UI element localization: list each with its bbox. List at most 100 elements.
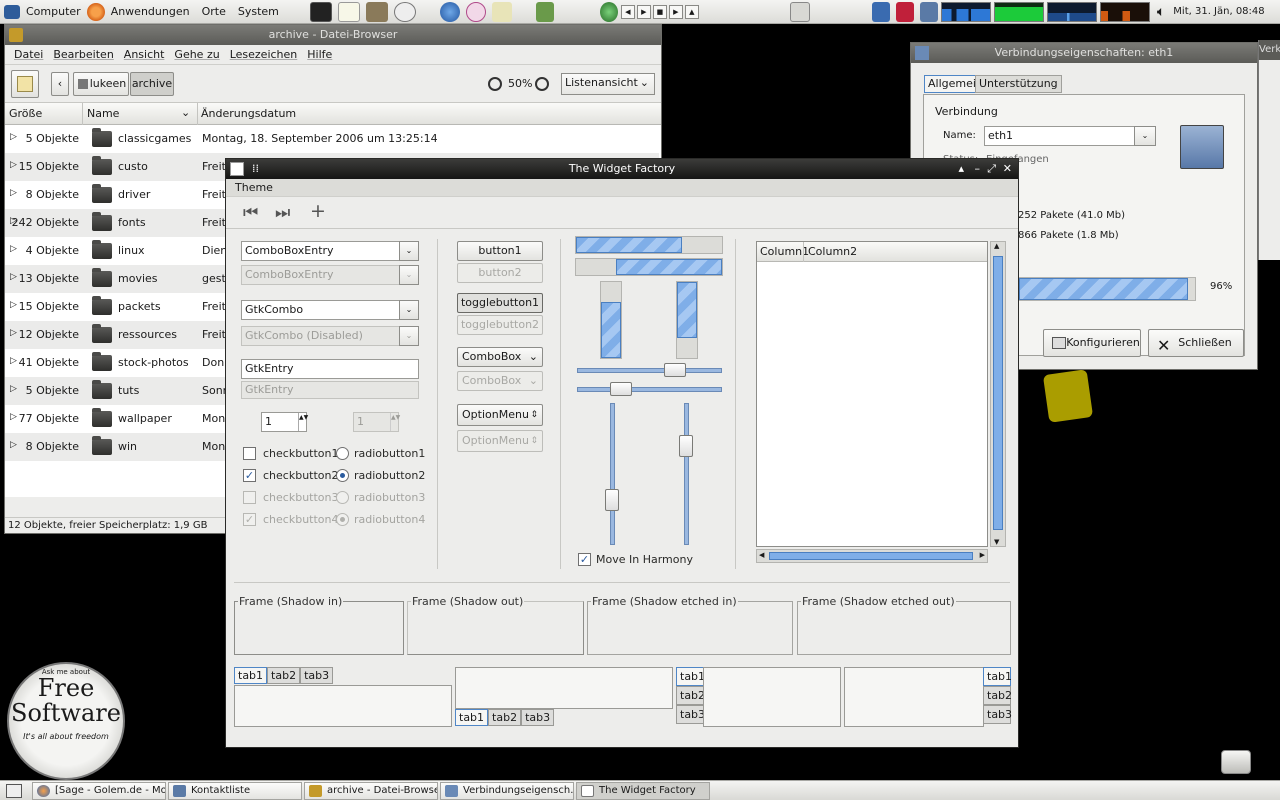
browser-icon[interactable] <box>439 1 460 22</box>
task-browser[interactable]: [Sage - Golem.de - Mo... <box>32 781 166 800</box>
chevron-down-icon[interactable]: ⌄ <box>1134 126 1156 146</box>
media-eject-button[interactable]: ▲ <box>684 4 699 19</box>
gimp-icon[interactable] <box>365 1 388 22</box>
expander-icon[interactable]: ▷ <box>10 188 17 198</box>
expander-icon[interactable]: ▷ <box>10 132 17 142</box>
tab3[interactable]: tab3 <box>300 667 334 684</box>
expander-icon[interactable]: ▷ <box>10 328 17 338</box>
tree-vscrollbar[interactable]: ▲ ▼ <box>990 241 1006 547</box>
package-icon[interactable] <box>535 1 554 22</box>
radio[interactable] <box>336 447 349 460</box>
tab3[interactable]: tab3 <box>676 705 705 724</box>
expander-icon[interactable]: ▷ <box>10 244 17 254</box>
chevron-down-icon[interactable]: ⌄ <box>399 300 419 320</box>
tree-column2[interactable]: Column2 <box>808 245 857 258</box>
connection-titlebar[interactable]: Verbindungseigenschaften: eth1 <box>911 43 1257 63</box>
chevron-down-icon[interactable]: ⌄ <box>399 241 419 261</box>
tab2[interactable]: tab2 <box>488 709 522 726</box>
tab1[interactable]: tab1 <box>676 667 705 686</box>
task-contacts[interactable]: Kontaktliste <box>168 781 302 800</box>
menu-lesezeichen[interactable]: Lesezeichen <box>225 48 303 61</box>
goto-last-icon[interactable]: ⏭ <box>275 203 290 223</box>
button1[interactable]: button1 <box>457 241 543 261</box>
move-in-harmony-checkbox[interactable]: ✓ <box>578 553 591 566</box>
tab1[interactable]: tab1 <box>234 667 268 684</box>
slider-v1-handle[interactable] <box>605 489 619 511</box>
expander-icon[interactable]: ▷ <box>10 356 17 366</box>
tree-hscrollbar[interactable]: ◀ ▶ <box>756 549 988 563</box>
gtk-combo[interactable]: GtkCombo ⌄ <box>241 300 419 320</box>
path-button-home[interactable]: lukeen <box>73 72 129 96</box>
checkbox[interactable]: ✓ <box>243 469 256 482</box>
combobox[interactable]: ComboBox ⌄ <box>457 347 543 367</box>
media-play-button[interactable]: ▶ <box>636 4 651 19</box>
menu-computer[interactable]: Computer <box>20 0 87 24</box>
tab2[interactable]: tab2 <box>983 686 1012 705</box>
desktop-drive-icon[interactable] <box>1221 750 1251 774</box>
expander-icon[interactable]: ▷ <box>10 160 17 170</box>
maximize-icon[interactable]: ⤢ <box>987 159 996 179</box>
column-name[interactable]: Name <box>87 107 119 120</box>
configure-button[interactable]: Konfigurieren <box>1043 329 1141 357</box>
tab1[interactable]: tab1 <box>455 709 489 726</box>
task-file-browser[interactable]: archive - Datei-Browser <box>304 781 438 800</box>
back-path-button[interactable]: ‹ <box>51 72 69 96</box>
goto-first-icon[interactable]: ⏮ <box>243 203 258 223</box>
slider-h1-handle[interactable] <box>664 363 686 377</box>
ruby-icon[interactable] <box>895 1 914 22</box>
close-button[interactable]: ✕ Schließen <box>1148 329 1244 357</box>
menu-anwendungen[interactable]: Anwendungen <box>105 0 196 24</box>
widget-factory-titlebar[interactable]: ⁞⁞ The Widget Factory ▴ – ⤢ ✕ <box>226 159 1018 179</box>
drive-icon[interactable] <box>789 1 810 22</box>
computer-icon[interactable] <box>4 4 20 19</box>
add-icon[interactable]: + <box>310 200 326 222</box>
clock[interactable]: Mit, 31. Jän, 08:48 <box>1173 6 1264 17</box>
network-icon[interactable] <box>919 1 938 22</box>
inkscape-icon[interactable] <box>393 1 416 22</box>
scroll-right-icon[interactable]: ▶ <box>980 551 985 559</box>
option-menu[interactable]: OptionMenu ⇕ <box>457 404 543 426</box>
volume-icon[interactable]: 🔈︎ <box>1157 4 1165 20</box>
slider-h2-handle[interactable] <box>610 382 632 396</box>
expander-icon[interactable]: ▷ <box>10 384 17 394</box>
expander-icon[interactable]: ▷ <box>10 300 17 310</box>
menu-theme[interactable]: Theme <box>230 181 278 194</box>
menu-system[interactable]: System <box>232 0 285 24</box>
edit-location-button[interactable] <box>11 70 39 98</box>
minimize-icon[interactable]: – <box>975 159 981 179</box>
gtk-entry[interactable]: GtkEntry <box>241 359 419 379</box>
tab2[interactable]: tab2 <box>267 667 301 684</box>
slider-h1[interactable] <box>577 368 722 373</box>
path-button-current[interactable]: archive <box>130 72 174 96</box>
name-field[interactable]: eth1 ⌄ <box>984 126 1156 146</box>
combo-box-entry[interactable]: ComboBoxEntry ⌄ <box>241 241 419 261</box>
tree-view[interactable]: Column1 Column2 <box>756 241 988 547</box>
zoom-out-icon[interactable] <box>488 77 502 91</box>
tab1[interactable]: tab1 <box>983 667 1012 686</box>
menu-hilfe[interactable]: Hilfe <box>302 48 337 61</box>
shade-icon[interactable]: ▴ <box>958 159 964 179</box>
media-stop-button[interactable]: ■ <box>652 4 667 19</box>
scroll-down-icon[interactable]: ▼ <box>994 538 999 546</box>
menu-gehe-zu[interactable]: Gehe zu <box>169 48 224 61</box>
slider-v1[interactable] <box>610 403 615 545</box>
task-connection[interactable]: Verbindungseigensch... <box>440 781 574 800</box>
slider-v2-handle[interactable] <box>679 435 693 457</box>
tab3[interactable]: tab3 <box>983 705 1012 724</box>
ubuntu-icon[interactable] <box>86 2 105 21</box>
file-row[interactable]: ▷ 5 Objekte classicgames Montag, 18. Septem… <box>5 125 659 153</box>
clock-app-icon[interactable] <box>465 1 486 22</box>
slider-v2[interactable] <box>684 403 689 545</box>
column-date[interactable]: Änderungsdatum <box>201 107 296 120</box>
expander-icon[interactable]: ▷ <box>10 412 17 422</box>
text-editor-icon[interactable] <box>337 1 360 22</box>
spin-button[interactable]: 1 ▲▼ <box>261 412 308 432</box>
scroll-left-icon[interactable]: ◀ <box>759 551 764 559</box>
tab3[interactable]: tab3 <box>521 709 555 726</box>
menu-bearbeiten[interactable]: Bearbeiten <box>48 48 118 61</box>
task-widget-factory[interactable]: The Widget Factory <box>576 781 710 800</box>
expander-icon[interactable]: ▷ <box>10 272 17 282</box>
music-icon[interactable] <box>599 1 618 22</box>
menu-datei[interactable]: Datei <box>9 48 48 61</box>
close-icon[interactable]: ✕ <box>1003 159 1012 179</box>
